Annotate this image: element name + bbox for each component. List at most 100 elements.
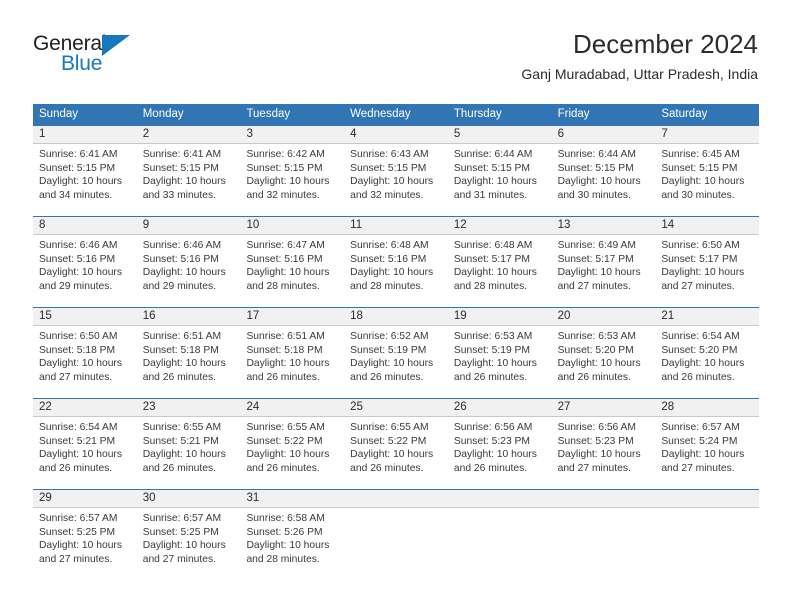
daylight-line: Daylight: 10 hours [246,540,330,552]
sunset-line: Sunset: 5:15 PM [142,162,219,174]
day-cell[interactable]: Sunrise: 6:55 AM Sunset: 5:21 PM Dayligh… [137,417,241,489]
sunrise-line: Sunrise: 6:52 AM [350,331,429,342]
daylight-line-cont: and 30 minutes. [661,189,735,201]
daylight-line: Daylight: 10 hours [661,358,745,370]
daylight-line-cont: and 26 minutes. [39,462,113,474]
weekday-header-row: Sunday Monday Tuesday Wednesday Thursday… [33,104,759,125]
daylight-line: Daylight: 10 hours [246,267,330,279]
day-cell[interactable]: Sunrise: 6:45 AM Sunset: 5:15 PM Dayligh… [655,144,759,216]
daylight-line-cont: and 33 minutes. [142,189,216,201]
sunset-line: Sunset: 5:26 PM [246,526,323,538]
daylight-line: Daylight: 10 hours [453,449,537,461]
sunset-line: Sunset: 5:15 PM [453,162,531,174]
day-number: 28 [661,401,675,413]
daylight-line-cont: and 26 minutes. [453,371,528,383]
sunset-line: Sunset: 5:22 PM [350,435,427,447]
daylight-line: Daylight: 10 hours [246,449,330,461]
day-cell[interactable]: Sunrise: 6:53 AM Sunset: 5:19 PM Dayligh… [448,326,552,398]
day-number-empty [448,490,552,507]
sunset-line: Sunset: 5:15 PM [39,162,116,174]
sunset-line: Sunset: 5:19 PM [453,344,531,356]
day-number: 3 [246,128,253,140]
day-cell[interactable]: Sunrise: 6:51 AM Sunset: 5:18 PM Dayligh… [240,326,344,398]
sunset-line: Sunset: 5:18 PM [39,344,116,356]
day-cell[interactable]: Sunrise: 6:49 AM Sunset: 5:17 PM Dayligh… [552,235,656,307]
daylight-line: Daylight: 10 hours [246,358,330,370]
day-cell[interactable]: Sunrise: 6:54 AM Sunset: 5:21 PM Dayligh… [33,417,137,489]
day-cell[interactable]: Sunrise: 6:48 AM Sunset: 5:17 PM Dayligh… [448,235,552,307]
day-cell[interactable]: Sunrise: 6:41 AM Sunset: 5:15 PM Dayligh… [137,144,241,216]
day-cell[interactable]: Sunrise: 6:58 AM Sunset: 5:26 PM Dayligh… [240,508,344,580]
day-cell[interactable]: Sunrise: 6:54 AM Sunset: 5:20 PM Dayligh… [655,326,759,398]
sunset-line: Sunset: 5:24 PM [661,435,738,447]
day-number: 4 [350,128,357,140]
day-detail-row: Sunrise: 6:57 AM Sunset: 5:25 PM Dayligh… [33,508,759,580]
daylight-line-cont: and 27 minutes. [142,553,216,565]
calendar-week-row: 29 30 31 Sunrise: 6:57 AM Sunset: 5:25 P… [33,489,759,580]
sunrise-line: Sunrise: 6:54 AM [39,422,118,433]
day-number: 25 [350,401,363,413]
day-number: 26 [453,401,467,413]
daylight-line-cont: and 32 minutes. [246,189,320,201]
day-cell[interactable]: Sunrise: 6:43 AM Sunset: 5:15 PM Dayligh… [344,144,448,216]
daylight-line-cont: and 26 minutes. [246,371,320,383]
day-cell[interactable]: Sunrise: 6:48 AM Sunset: 5:16 PM Dayligh… [344,235,448,307]
daylight-line-cont: and 34 minutes. [39,189,113,201]
day-cell[interactable]: Sunrise: 6:55 AM Sunset: 5:22 PM Dayligh… [240,417,344,489]
daylight-line-cont: and 26 minutes. [557,371,631,383]
calendar-week-row: 22 23 24 25 26 27 28 Sunrise: 6:54 AM Su… [33,398,759,489]
day-cell[interactable]: Sunrise: 6:50 AM Sunset: 5:17 PM Dayligh… [655,235,759,307]
day-number: 1 [39,128,46,140]
weekday-header-monday: Monday [142,108,184,120]
day-cell[interactable]: Sunrise: 6:53 AM Sunset: 5:20 PM Dayligh… [552,326,656,398]
day-cell[interactable]: Sunrise: 6:46 AM Sunset: 5:16 PM Dayligh… [137,235,241,307]
day-number: 20 [557,310,571,322]
sunrise-line: Sunrise: 6:48 AM [453,240,533,251]
sunrise-line: Sunrise: 6:53 AM [557,331,637,342]
day-cell[interactable]: Sunrise: 6:56 AM Sunset: 5:23 PM Dayligh… [552,417,656,489]
day-cell[interactable]: Sunrise: 6:56 AM Sunset: 5:23 PM Dayligh… [448,417,552,489]
daylight-line: Daylight: 10 hours [350,449,434,461]
day-number-band: 1 2 3 4 5 6 7 [33,126,759,144]
day-number-empty [344,490,448,507]
day-number: 24 [246,401,260,413]
title-block: December 2024 Ganj Muradabad, Uttar Prad… [521,28,758,84]
sunrise-line: Sunrise: 6:58 AM [246,513,325,524]
daylight-line-cont: and 27 minutes. [661,462,735,474]
day-cell[interactable]: Sunrise: 6:47 AM Sunset: 5:16 PM Dayligh… [240,235,344,307]
day-number: 10 [246,219,260,231]
day-cell[interactable]: Sunrise: 6:44 AM Sunset: 5:15 PM Dayligh… [448,144,552,216]
sunset-line: Sunset: 5:21 PM [142,435,219,447]
daylight-line-cont: and 32 minutes. [350,189,424,201]
sunset-line: Sunset: 5:25 PM [142,526,219,538]
day-cell[interactable]: Sunrise: 6:57 AM Sunset: 5:25 PM Dayligh… [33,508,137,580]
sunset-line: Sunset: 5:16 PM [142,253,219,265]
daylight-line: Daylight: 10 hours [661,267,745,279]
day-cell[interactable]: Sunrise: 6:42 AM Sunset: 5:15 PM Dayligh… [240,144,344,216]
daylight-line-cont: and 28 minutes. [246,553,320,565]
day-cell[interactable]: Sunrise: 6:57 AM Sunset: 5:25 PM Dayligh… [137,508,241,580]
day-cell[interactable]: Sunrise: 6:55 AM Sunset: 5:22 PM Dayligh… [344,417,448,489]
day-cell[interactable]: Sunrise: 6:41 AM Sunset: 5:15 PM Dayligh… [33,144,137,216]
daylight-line: Daylight: 10 hours [39,267,122,279]
day-detail-row: Sunrise: 6:41 AM Sunset: 5:15 PM Dayligh… [33,144,759,216]
day-cell[interactable]: Sunrise: 6:50 AM Sunset: 5:18 PM Dayligh… [33,326,137,398]
sunset-line: Sunset: 5:18 PM [246,344,323,356]
day-cell[interactable]: Sunrise: 6:44 AM Sunset: 5:15 PM Dayligh… [552,144,656,216]
day-cell[interactable]: Sunrise: 6:57 AM Sunset: 5:24 PM Dayligh… [655,417,759,489]
sunrise-line: Sunrise: 6:44 AM [453,149,533,160]
sunrise-line: Sunrise: 6:53 AM [453,331,533,342]
daylight-line: Daylight: 10 hours [142,176,226,188]
day-number: 12 [453,219,467,231]
day-cell[interactable]: Sunrise: 6:51 AM Sunset: 5:18 PM Dayligh… [137,326,241,398]
day-cell[interactable]: Sunrise: 6:52 AM Sunset: 5:19 PM Dayligh… [344,326,448,398]
daylight-line: Daylight: 10 hours [350,267,434,279]
sunrise-line: Sunrise: 6:57 AM [142,513,222,524]
sunset-line: Sunset: 5:19 PM [350,344,427,356]
day-cell[interactable]: Sunrise: 6:46 AM Sunset: 5:16 PM Dayligh… [33,235,137,307]
daylight-line: Daylight: 10 hours [453,267,537,279]
sunrise-line: Sunrise: 6:50 AM [661,240,740,251]
general-blue-logo[interactable]: General Blue [33,32,203,88]
day-number: 11 [350,219,363,231]
daylight-line-cont: and 31 minutes. [453,189,528,201]
